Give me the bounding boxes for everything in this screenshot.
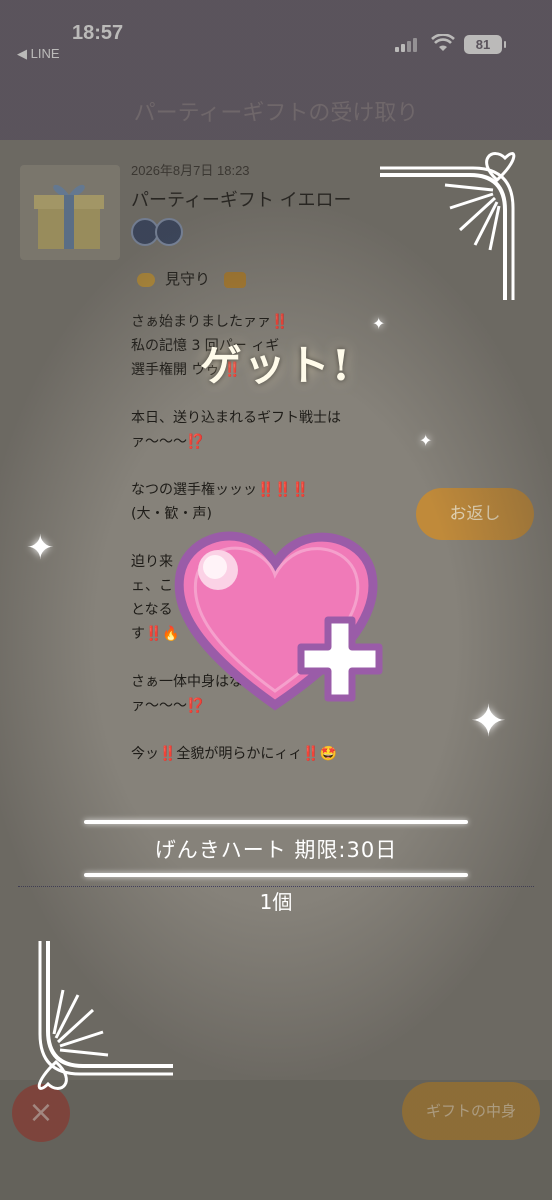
- wifi-icon: [431, 34, 455, 51]
- watch-label: 見守り: [165, 270, 211, 288]
- message-date: 2026年8月7日 18:23: [131, 163, 250, 178]
- watch-row: 見守り: [137, 268, 247, 289]
- back-to-app-link[interactable]: ◀ LINE: [17, 46, 60, 62]
- corner-ornament-icon: [380, 152, 516, 300]
- sparkle-icon: ✦: [26, 528, 55, 568]
- avatar: [155, 218, 183, 246]
- item-name: げんきハート 期限:30日: [154, 838, 398, 862]
- status-time: 18:57: [72, 22, 124, 44]
- divider: [84, 820, 468, 824]
- header-bar: 18:57 ◀ LINE 81 パーティーギフトの受け取り: [0, 0, 552, 140]
- item-quantity: 1個: [259, 890, 293, 914]
- battery-icon: 81: [464, 35, 506, 54]
- get-title: ゲット!: [199, 341, 353, 390]
- gift-box-thumbnail: [20, 165, 120, 260]
- page-title: パーティーギフトの受け取り: [133, 101, 419, 126]
- sparkle-icon: ✦: [372, 314, 386, 333]
- gift-box-icon: [34, 184, 104, 249]
- sparkle-icon: ✦: [419, 431, 433, 450]
- sparkle-icon: ✦: [470, 696, 507, 747]
- divider: [84, 873, 468, 877]
- signal-icon: [395, 38, 417, 52]
- corner-ornament-icon: [37, 941, 173, 1090]
- return-gift-button[interactable]: お返し: [416, 488, 534, 540]
- avatar-group: [131, 218, 191, 250]
- genki-heart-plus-icon: [174, 531, 383, 711]
- gift-contents-button[interactable]: ギフトの中身: [402, 1082, 540, 1140]
- watch-icon: [137, 272, 155, 287]
- gift-title: パーティーギフト イエロー: [131, 190, 352, 211]
- bear-icon: [224, 271, 247, 288]
